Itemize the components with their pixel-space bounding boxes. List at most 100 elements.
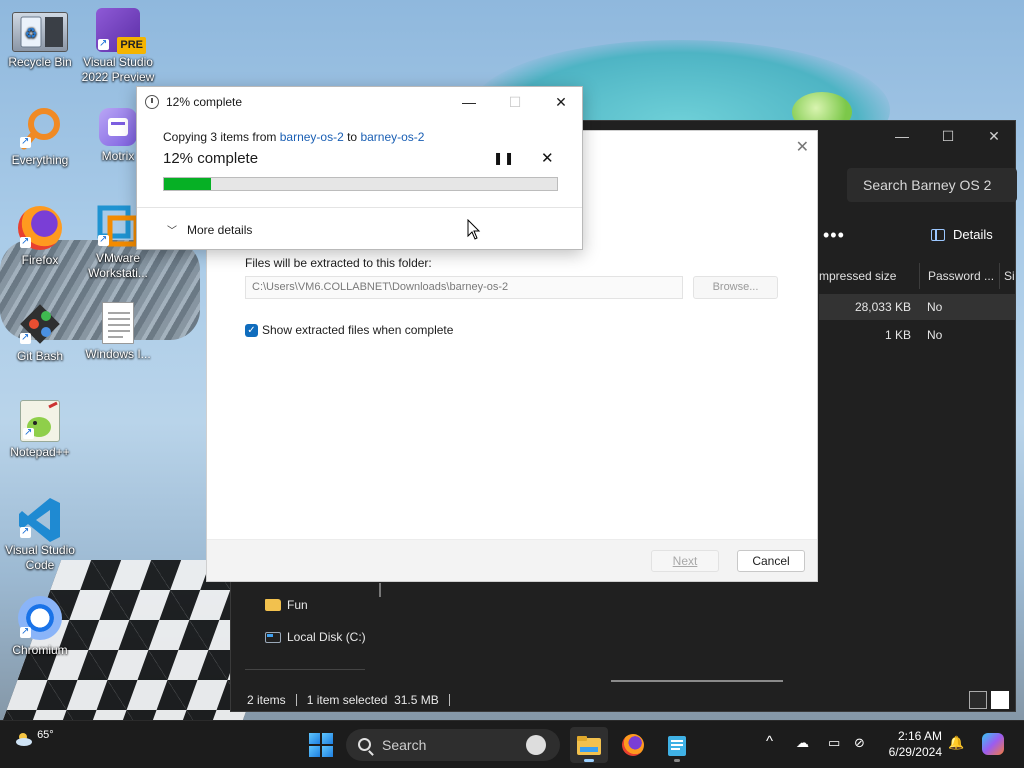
- copy-progress-dialog[interactable]: 12% complete — ☐ ✕ Copying 3 items from …: [136, 86, 583, 250]
- checkmark-icon: ✓: [245, 323, 258, 337]
- clock-time: 2:16 AM: [897, 729, 942, 743]
- weather-icon: [16, 733, 32, 746]
- details-label: Details: [953, 227, 993, 242]
- row-compressed-size: 28,033 KB: [854, 300, 911, 314]
- checkbox-label: Show extracted files when complete: [262, 323, 454, 337]
- recycle-bin-icon: ♻: [12, 12, 68, 52]
- desktop-icon-label: Notepad++: [10, 445, 70, 459]
- explorer-close-button[interactable]: ✕: [971, 121, 1017, 151]
- column-header-compressed-size[interactable]: mpressed size: [811, 263, 919, 289]
- notification-bell-icon[interactable]: 🔔: [948, 735, 964, 751]
- nav-item-label: Fun: [287, 598, 308, 612]
- chromium-icon: [18, 596, 62, 640]
- tiles-view-button[interactable]: [991, 691, 1009, 709]
- nav-divider: [245, 669, 365, 670]
- details-view-button[interactable]: [969, 691, 987, 709]
- taskbar-notepad[interactable]: [658, 727, 696, 763]
- taskbar-firefox[interactable]: [614, 727, 652, 763]
- table-row[interactable]: 1 KB No: [819, 322, 1015, 348]
- dialog-divider: [137, 207, 582, 208]
- search-label: Search: [382, 737, 427, 753]
- everything-search-icon: [18, 106, 62, 150]
- pause-icon[interactable]: ❚❚: [493, 151, 515, 165]
- vmware-icon: [96, 204, 140, 248]
- desktop-icon-label: Firefox: [21, 253, 59, 267]
- firefox-icon: [18, 206, 62, 250]
- start-button[interactable]: [309, 733, 333, 757]
- desktop-icon-firefox[interactable]: Firefox: [0, 206, 80, 268]
- desktop-icon-vscode[interactable]: Visual Studio Code: [0, 496, 80, 573]
- system-clock[interactable]: 2:16 AM 6/29/2024: [880, 728, 942, 760]
- desktop-icon-windows-doc[interactable]: Windows I...: [78, 302, 158, 362]
- desktop-icon-label: Windows I...: [85, 347, 151, 361]
- status-item-count: 2 items: [247, 693, 286, 707]
- nav-item-fun[interactable]: Fun: [265, 598, 308, 612]
- shortcut-arrow-icon: [98, 36, 109, 51]
- more-details-toggle[interactable]: ﹀ More details: [167, 222, 253, 238]
- browse-button[interactable]: Browse...: [693, 276, 778, 299]
- firefox-icon: [622, 734, 644, 756]
- copy-dialog-titlebar[interactable]: 12% complete — ☐ ✕: [137, 87, 582, 117]
- nav-item-local-disk[interactable]: Local Disk (C:): [265, 630, 366, 644]
- next-button[interactable]: Next: [651, 550, 719, 572]
- clock-icon: [145, 95, 159, 109]
- table-row[interactable]: 28,033 KB No: [819, 294, 1015, 320]
- taskbar-search-box[interactable]: Search: [346, 729, 560, 761]
- active-indicator: [584, 759, 594, 762]
- desktop-icon-label: Visual Studio 2022 Preview: [81, 55, 155, 84]
- folder-icon: [265, 599, 281, 611]
- copy-close-button[interactable]: ✕: [538, 87, 584, 117]
- copilot-preview-icon[interactable]: [982, 733, 1004, 755]
- extract-path-input[interactable]: C:\Users\VM6.COLLABNET\Downloads\barney-…: [245, 276, 683, 299]
- visual-studio-preview-icon: PRE: [96, 8, 146, 54]
- desktop-icon-git-bash[interactable]: Git Bash: [0, 302, 80, 364]
- copy-dialog-title: 12% complete: [166, 95, 243, 109]
- desktop-icon-label: Everything: [11, 153, 69, 167]
- desktop-icon-recycle-bin[interactable]: ♻ Recycle Bin: [0, 12, 80, 70]
- explorer-search-input[interactable]: Search Barney OS 2: [847, 168, 1017, 202]
- destination-folder-link[interactable]: barney-os-2: [360, 130, 424, 144]
- copy-maximize-button: ☐: [508, 93, 522, 110]
- explorer-status-bar: 2 items 1 item selected 31.5 MB: [247, 693, 450, 707]
- more-details-label: More details: [187, 222, 253, 237]
- extract-folder-label: Files will be extracted to this folder:: [245, 256, 432, 270]
- temperature: 65°: [37, 729, 54, 741]
- display-icon[interactable]: ▭: [828, 735, 840, 751]
- shortcut-arrow-icon: [20, 234, 31, 249]
- details-pane-button[interactable]: Details: [931, 227, 993, 242]
- wizard-close-button[interactable]: ✕: [796, 137, 809, 157]
- network-disconnected-icon[interactable]: ⊘: [854, 735, 865, 751]
- desktop-icon-chromium[interactable]: Chromium: [0, 596, 80, 658]
- column-header-password[interactable]: Password ...: [919, 263, 999, 289]
- onedrive-offline-icon[interactable]: ☁: [796, 735, 809, 751]
- horizontal-scrollbar[interactable]: [611, 680, 783, 682]
- explorer-minimize-button[interactable]: —: [879, 121, 925, 151]
- desktop-icon-label: Chromium: [12, 643, 68, 657]
- explorer-maximize-button[interactable]: ☐: [925, 121, 971, 151]
- see-more-button[interactable]: •••: [823, 225, 845, 246]
- copy-description-prefix: Copying 3 items from: [163, 130, 280, 144]
- search-icon: [358, 738, 371, 751]
- copy-minimize-button[interactable]: —: [446, 87, 492, 117]
- column-header-size[interactable]: Si: [999, 263, 1017, 289]
- weather-widget[interactable]: 65°: [14, 729, 54, 747]
- search-highlight-icon: [526, 735, 546, 755]
- progress-percent-text: 12% complete: [163, 150, 259, 167]
- desktop-icon-everything[interactable]: Everything: [0, 106, 80, 168]
- taskbar: 65° Search ^ ☁ ▭ ⊘ 2:16 AM 6/29/2024 🔔: [0, 720, 1024, 768]
- desktop-icon-visual-studio-preview[interactable]: PRE Visual Studio 2022 Preview: [78, 8, 158, 85]
- desktop-icon-notepadpp[interactable]: Notepad++: [0, 400, 80, 460]
- cancel-copy-icon[interactable]: ✕: [541, 149, 554, 167]
- shortcut-arrow-icon: [98, 232, 109, 247]
- nav-item-label: Local Disk (C:): [287, 630, 366, 644]
- taskbar-file-explorer[interactable]: [570, 727, 608, 763]
- nav-scrollbar[interactable]: [379, 583, 381, 597]
- drive-icon: [265, 631, 281, 643]
- notepadpp-icon: [20, 400, 60, 442]
- copy-description-mid: to: [343, 130, 361, 144]
- show-extracted-files-checkbox[interactable]: ✓ Show extracted files when complete: [245, 323, 453, 337]
- notepad-icon: [668, 736, 686, 756]
- source-folder-link[interactable]: barney-os-2: [280, 130, 344, 144]
- tray-chevron-up-icon[interactable]: ^: [766, 733, 773, 750]
- cancel-button[interactable]: Cancel: [737, 550, 805, 572]
